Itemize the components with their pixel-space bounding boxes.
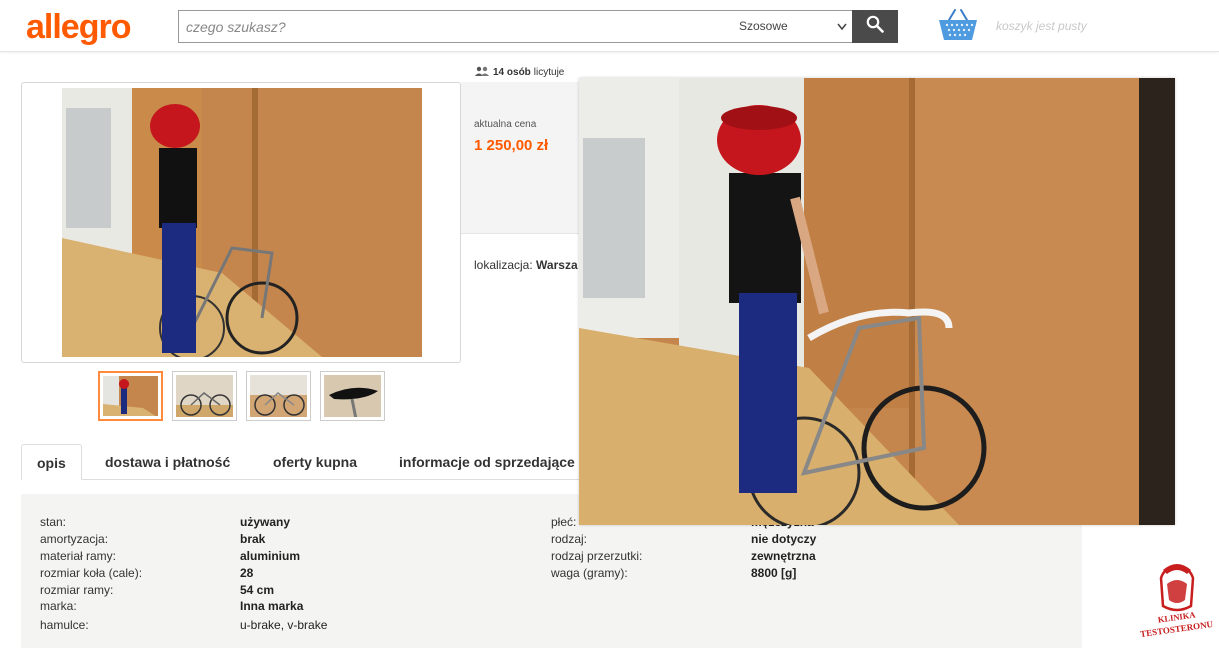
param-name: rozmiar ramy: xyxy=(40,583,114,597)
main-photo-frame xyxy=(21,82,461,363)
param-name: hamulce: xyxy=(40,618,89,632)
gallery-thumbnail[interactable] xyxy=(246,371,311,421)
param-name: stan: xyxy=(40,515,67,529)
param-name: marka: xyxy=(40,599,77,613)
search-button[interactable] xyxy=(852,10,898,43)
param-value: używany xyxy=(240,515,291,529)
price-box xyxy=(461,82,581,234)
current-price: 1 250,00 zł xyxy=(474,137,549,154)
location-label: lokalizacja: xyxy=(474,258,533,272)
param-value: aluminium xyxy=(240,549,301,563)
gallery-thumbnail[interactable] xyxy=(320,371,385,421)
param-name: rodzaj przerzutki: xyxy=(551,549,643,563)
param-value: u-brake, v-brake xyxy=(240,618,328,632)
location-info: lokalizacja: Warsza xyxy=(474,258,578,272)
param-value: 8800 [g] xyxy=(751,566,797,580)
param-value: 54 cm xyxy=(240,583,275,597)
param-value: zewnętrzna xyxy=(751,549,816,563)
search-bar: Szosowe xyxy=(178,10,898,43)
tab-informacje[interactable]: informacje od sprzedające xyxy=(399,444,575,480)
search-icon xyxy=(866,15,884,38)
param-value: nie dotyczy xyxy=(751,532,817,546)
tab-opis[interactable]: opis xyxy=(21,444,82,480)
tab-dostawa[interactable]: dostawa i płatność xyxy=(105,444,230,480)
allegro-logo[interactable]: allegro xyxy=(26,8,131,47)
main-product-photo[interactable] xyxy=(62,88,422,357)
category-select-value: Szosowe xyxy=(739,19,788,33)
search-input[interactable] xyxy=(179,11,719,42)
enlarged-photo-preview[interactable] xyxy=(579,78,1175,525)
top-header: allegro Szosowe koszyk jest pusty xyxy=(0,0,1219,52)
bidders-info: 14 osób licytuje xyxy=(474,66,564,79)
bidders-suffix: licytuje xyxy=(533,67,565,78)
param-name: płeć: xyxy=(551,515,577,529)
basket-icon[interactable] xyxy=(937,8,979,42)
cart-status[interactable]: koszyk jest pusty xyxy=(996,19,1087,33)
gallery-thumbnail[interactable] xyxy=(172,371,237,421)
offer-tabs: opis dostawa i płatność oferty kupna inf… xyxy=(21,444,581,480)
clinic-logo: KLINIKA TESTOSTERONU xyxy=(1135,560,1219,640)
location-value: Warsza xyxy=(536,258,578,272)
category-select[interactable]: Szosowe xyxy=(727,11,853,42)
param-name: rozmiar koła (cale): xyxy=(40,566,143,580)
param-name: rodzaj: xyxy=(551,532,588,546)
gallery-thumbnail[interactable] xyxy=(98,371,163,421)
param-name: materiał ramy: xyxy=(40,549,117,563)
param-value: 28 xyxy=(240,566,254,580)
bidders-count: 14 osób xyxy=(493,67,531,78)
param-value: brak xyxy=(240,532,266,546)
tab-oferty-kupna[interactable]: oferty kupna xyxy=(273,444,357,480)
param-value: Inna marka xyxy=(240,599,304,613)
param-name: waga (gramy): xyxy=(551,566,628,580)
chevron-down-icon xyxy=(837,11,847,55)
price-label: aktualna cena xyxy=(474,119,537,130)
param-name: amortyzacja: xyxy=(40,532,109,546)
people-icon xyxy=(474,66,490,79)
